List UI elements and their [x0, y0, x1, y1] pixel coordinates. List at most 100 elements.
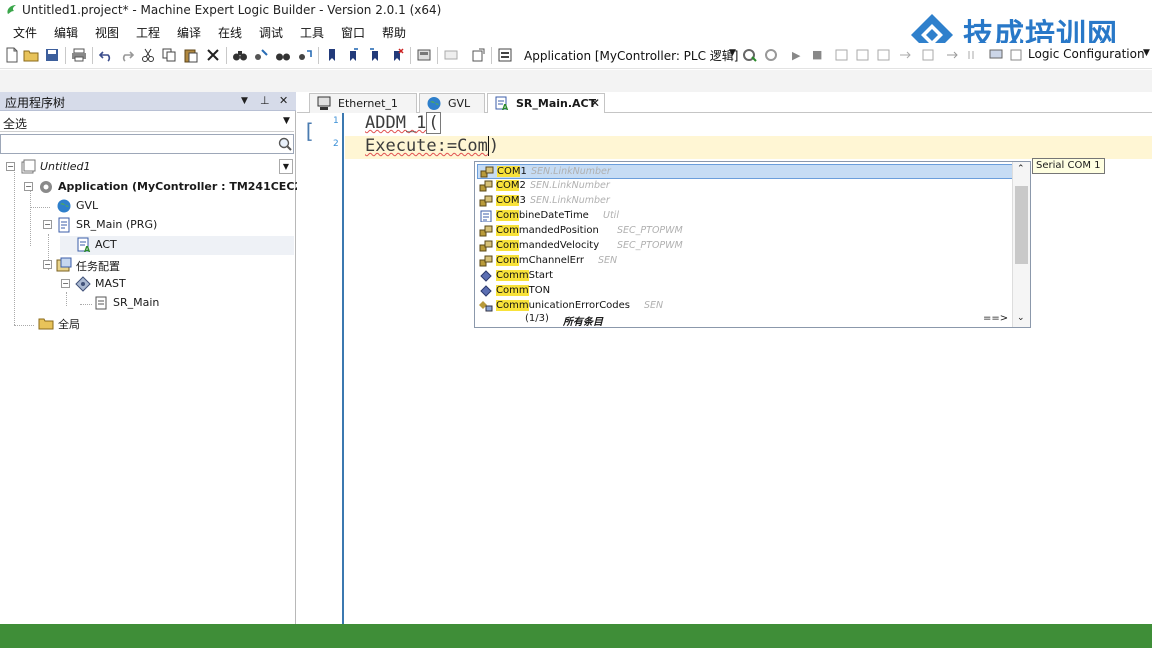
cross-reference-icon[interactable] — [297, 47, 313, 63]
autocomplete-item[interactable]: COM2 SEN.LinkNumber — [477, 179, 1014, 194]
build-icon[interactable] — [443, 47, 459, 63]
write-values-icon[interactable] — [920, 47, 936, 63]
export-icon[interactable] — [470, 47, 486, 63]
breakpoint-icon[interactable] — [834, 47, 850, 63]
code-token: ( — [426, 112, 441, 134]
run-icon[interactable]: ▶ — [792, 49, 800, 62]
tree-item-project[interactable]: − Untitled1 ▼ — [0, 158, 294, 177]
menu-build[interactable]: 编译 — [177, 24, 201, 41]
find-in-project-icon[interactable] — [275, 47, 291, 63]
prev-bookmark-icon[interactable] — [367, 47, 383, 63]
menu-file[interactable]: 文件 — [13, 24, 37, 41]
bookmark-icon[interactable] — [324, 47, 340, 63]
delete-icon[interactable] — [205, 47, 221, 63]
chevron-down-icon[interactable]: ▼ — [729, 48, 736, 58]
tab-gvl[interactable]: GVL — [419, 93, 485, 113]
tree-item-gvl[interactable]: GVL — [0, 197, 294, 216]
autocomplete-item[interactable]: CommandedPosition SEC_PTOPWM — [477, 224, 1014, 239]
chevron-down-icon[interactable]: ▼ — [283, 116, 290, 126]
tree-item-mast[interactable]: − MAST — [0, 275, 294, 294]
pin-icon[interactable]: ⊥ — [260, 94, 270, 107]
tree-item-global[interactable]: 全局 — [0, 314, 294, 333]
tree-search-input[interactable] — [3, 136, 273, 152]
menu-online[interactable]: 在线 — [218, 24, 242, 41]
step-into-icon[interactable] — [876, 47, 892, 63]
unforce-icon[interactable] — [966, 47, 982, 63]
step-over-icon[interactable] — [855, 47, 871, 63]
autocomplete-scrollbar[interactable]: ⌃ ⌄ — [1012, 162, 1030, 327]
panel-header: 应用程序树 ▼ ⊥ ✕ — [0, 92, 296, 111]
close-icon[interactable]: ✕ — [590, 96, 600, 110]
redo-icon[interactable] — [119, 47, 135, 63]
cut-icon[interactable] — [140, 47, 156, 63]
clear-bookmarks-icon[interactable] — [389, 47, 405, 63]
tree-item-label: MAST — [95, 277, 126, 290]
code-line[interactable]: ADDM_1( — [345, 112, 1152, 136]
tree-item-act[interactable]: A ACT — [60, 236, 294, 255]
print-icon[interactable] — [71, 47, 87, 63]
menu-tools[interactable]: 工具 — [300, 24, 324, 41]
copy-icon[interactable] — [161, 47, 177, 63]
autocomplete-item[interactable]: COM1 SEN.LinkNumber — [477, 164, 1014, 179]
scrollbar-thumb[interactable] — [1015, 186, 1028, 264]
find-replace-icon[interactable] — [253, 47, 269, 63]
collapse-icon[interactable]: − — [6, 162, 15, 171]
tree-item-application[interactable]: − Application (MyController : TM241CEC24… — [0, 178, 335, 197]
next-page-button[interactable]: ==> — [983, 313, 1008, 324]
code-line-current[interactable]: Execute:=Com) — [345, 136, 1152, 159]
autocomplete-item[interactable]: CommChannelErr SEN — [477, 254, 1014, 269]
autocomplete-item[interactable]: CommandedVelocity SEC_PTOPWM — [477, 239, 1014, 254]
tree-item-task-config[interactable]: − 任务配置 — [0, 256, 294, 275]
logic-configuration-selector[interactable]: Logic Configuration — [1028, 47, 1145, 61]
device-icon[interactable] — [416, 47, 432, 63]
collapse-icon[interactable]: − — [24, 182, 33, 191]
autocomplete-item[interactable]: COM3 SEN.LinkNumber — [477, 194, 1014, 209]
chevron-down-icon[interactable]: ▼ — [279, 159, 293, 174]
logout-icon[interactable] — [764, 47, 780, 63]
undo-icon[interactable] — [98, 47, 114, 63]
new-file-icon[interactable] — [4, 47, 20, 63]
device-view-icon[interactable] — [1008, 47, 1024, 63]
match-highlight: Com — [496, 255, 519, 266]
close-icon[interactable]: ✕ — [279, 94, 288, 107]
chevron-up-icon[interactable]: ⌃ — [1017, 164, 1025, 174]
app-settings-icon[interactable] — [497, 47, 513, 63]
tree-item-sr-main[interactable]: − SR_Main (PRG) — [0, 216, 294, 235]
stop-icon[interactable]: ■ — [812, 48, 822, 61]
chevron-down-icon[interactable]: ⌄ — [1017, 313, 1025, 323]
next-bookmark-icon[interactable] — [345, 47, 361, 63]
menu-window[interactable]: 窗口 — [341, 24, 365, 41]
menu-debug[interactable]: 调试 — [259, 24, 283, 41]
tab-sr-main-act[interactable]: A SR_Main.ACT ✕ — [487, 93, 605, 114]
menu-help[interactable]: 帮助 — [382, 24, 406, 41]
collapse-icon[interactable]: − — [43, 260, 52, 269]
enum-value-icon — [479, 180, 493, 192]
find-icon[interactable] — [232, 47, 248, 63]
chevron-down-icon[interactable]: ▼ — [1143, 48, 1150, 58]
tree-item-sr-main-call[interactable]: SR_Main — [0, 294, 294, 313]
application-selector[interactable]: Application [MyController: PLC 逻辑] — [524, 47, 738, 64]
login-icon[interactable] — [742, 47, 758, 63]
collapse-icon[interactable]: − — [43, 220, 52, 229]
menu-edit[interactable]: 编辑 — [54, 24, 78, 41]
monitor-icon[interactable] — [988, 47, 1004, 63]
match-highlight: Comm — [496, 300, 529, 311]
panel-menu-icon[interactable]: ▼ — [241, 96, 248, 106]
force-values-icon[interactable] — [945, 47, 961, 63]
open-folder-icon[interactable] — [23, 47, 39, 63]
tab-ethernet[interactable]: Ethernet_1 — [309, 93, 417, 113]
step-out-icon[interactable] — [898, 47, 914, 63]
autocomplete-item[interactable]: CommTON — [477, 284, 1014, 299]
menu-project[interactable]: 工程 — [136, 24, 160, 41]
autocomplete-item[interactable]: CombineDateTime Util — [477, 209, 1014, 224]
category-filter[interactable]: 所有条目 — [563, 313, 603, 328]
toolbar-separator — [92, 47, 93, 64]
menu-view[interactable]: 视图 — [95, 24, 119, 41]
collapse-icon[interactable]: − — [61, 279, 70, 288]
tree-filter-select[interactable]: 全选 ▼ — [0, 112, 294, 132]
paste-icon[interactable] — [183, 47, 199, 63]
search-icon[interactable] — [277, 136, 293, 152]
struct-member-icon — [480, 285, 492, 297]
save-icon[interactable] — [44, 47, 60, 63]
autocomplete-item[interactable]: CommStart — [477, 269, 1014, 284]
